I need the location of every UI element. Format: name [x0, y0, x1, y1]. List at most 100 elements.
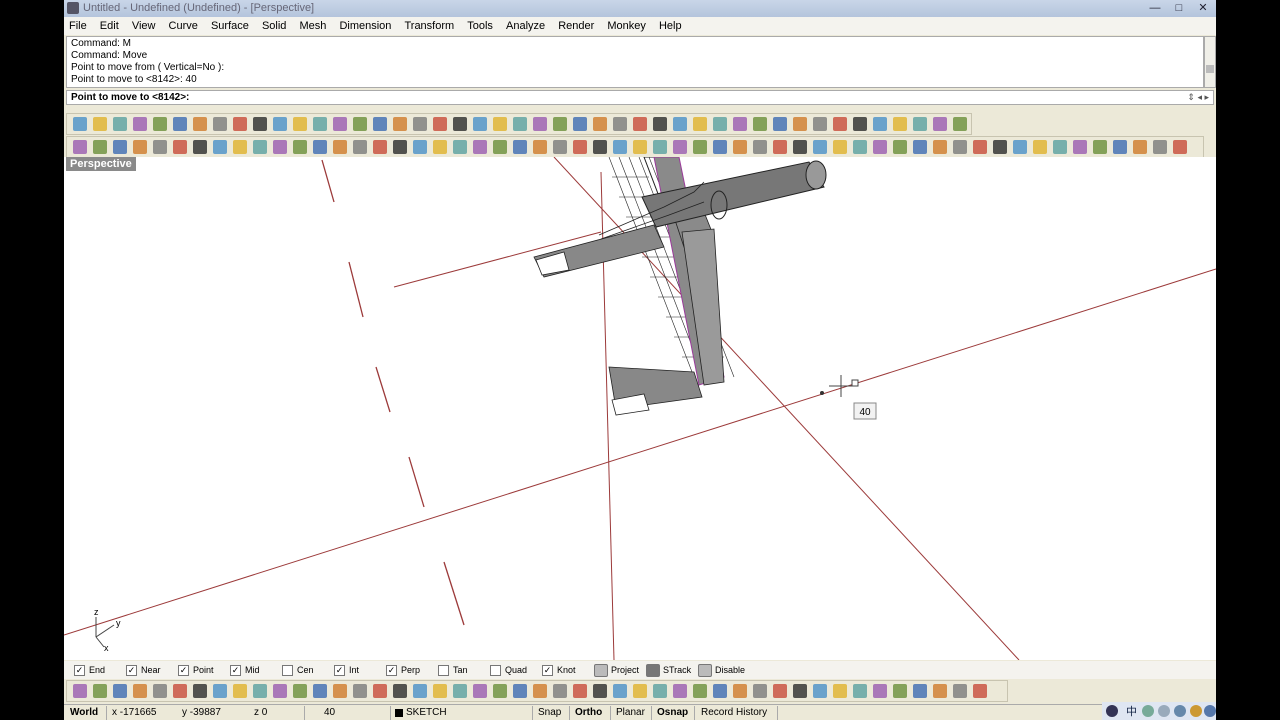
toolbar-tool-icon[interactable]: [953, 117, 967, 131]
ortho-toggle[interactable]: Ortho: [575, 705, 602, 720]
menu-help[interactable]: Help: [654, 17, 687, 35]
toolbar-tool-icon[interactable]: [513, 684, 527, 698]
toolbar-tool-icon[interactable]: [573, 117, 587, 131]
tray-user-icon[interactable]: [1190, 705, 1202, 717]
toolbar-tool-icon[interactable]: [693, 684, 707, 698]
toolbar-tool-icon[interactable]: [673, 117, 687, 131]
command-line-input[interactable]: Point to move to <8142>: ⇕ ◂ ▸: [66, 90, 1214, 105]
osnap-tan[interactable]: Tan: [438, 661, 468, 679]
toolbar-tool-icon[interactable]: [233, 140, 247, 154]
toolbar-tool-icon[interactable]: [313, 117, 327, 131]
toolbar-tool-icon[interactable]: [833, 684, 847, 698]
toolbar-tool-icon[interactable]: [1013, 140, 1027, 154]
toolbar-tool-icon[interactable]: [633, 117, 647, 131]
toolbar-tool-icon[interactable]: [353, 684, 367, 698]
toolbar-tool-icon[interactable]: [393, 140, 407, 154]
osnap-mid[interactable]: ✓ Mid: [230, 661, 260, 679]
planar-toggle[interactable]: Planar: [616, 705, 645, 720]
ime-indicator[interactable]: 中: [1126, 703, 1137, 719]
toolbar-tool-icon[interactable]: [513, 140, 527, 154]
toolbar-tool-icon[interactable]: [553, 140, 567, 154]
toolbar-tool-icon[interactable]: [1073, 140, 1087, 154]
toolbar-tool-icon[interactable]: [813, 117, 827, 131]
osnap-checkbox[interactable]: [282, 664, 293, 676]
toolbar-tool-icon[interactable]: [1173, 140, 1187, 154]
toolbar-tool-icon[interactable]: [393, 684, 407, 698]
command-nav-arrows-icon[interactable]: ⇕ ◂ ▸: [1187, 91, 1209, 104]
toolbar-tool-icon[interactable]: [773, 684, 787, 698]
toolbar-tool-icon[interactable]: [753, 684, 767, 698]
cplane-indicator[interactable]: World: [70, 705, 98, 720]
toolbar-tool-icon[interactable]: [373, 117, 387, 131]
toolbar-tool-icon[interactable]: [293, 684, 307, 698]
snap-toggle[interactable]: Snap: [538, 705, 561, 720]
menu-edit[interactable]: Edit: [95, 17, 124, 35]
toolbar-tool-icon[interactable]: [93, 140, 107, 154]
toolbar-tool-icon[interactable]: [833, 117, 847, 131]
toolbar-tool-icon[interactable]: [933, 140, 947, 154]
toolbar-tool-icon[interactable]: [633, 140, 647, 154]
toolbar-tool-icon[interactable]: [893, 117, 907, 131]
osnap-checkbox[interactable]: ✓: [542, 664, 553, 676]
osnap-checkbox[interactable]: ✓: [178, 664, 189, 676]
toolbar-tool-icon[interactable]: [353, 117, 367, 131]
perspective-viewport[interactable]: 40 z y x Perspective: [64, 157, 1216, 660]
menu-transform[interactable]: Transform: [399, 17, 459, 35]
osnap-checkbox[interactable]: ✓: [126, 664, 137, 676]
toolbar-tool-icon[interactable]: [213, 684, 227, 698]
osnap-checkbox[interactable]: ✓: [74, 664, 85, 676]
toolbar-tool-icon[interactable]: [73, 684, 87, 698]
toolbar-tool-icon[interactable]: [973, 684, 987, 698]
toolbar-tool-icon[interactable]: [353, 140, 367, 154]
toolbar-tool-icon[interactable]: [913, 684, 927, 698]
osnap-near[interactable]: ✓ Near: [126, 661, 161, 679]
toolbar-tool-icon[interactable]: [333, 684, 347, 698]
toolbar-tool-icon[interactable]: [73, 117, 87, 131]
toolbar-tool-icon[interactable]: [213, 117, 227, 131]
toolbar-tool-icon[interactable]: [333, 117, 347, 131]
toolbar-tool-icon[interactable]: [173, 140, 187, 154]
toolbar-tool-icon[interactable]: [693, 117, 707, 131]
toolbar-tool-icon[interactable]: [233, 684, 247, 698]
toolbar-tool-icon[interactable]: [473, 117, 487, 131]
osnap-checkbox[interactable]: [490, 664, 501, 676]
toolbar-tool-icon[interactable]: [493, 117, 507, 131]
toolbar-tool-icon[interactable]: [253, 140, 267, 154]
osnap-disable-toggle[interactable]: Disable: [698, 661, 745, 679]
toolbar-tool-icon[interactable]: [933, 117, 947, 131]
menu-view[interactable]: View: [127, 17, 161, 35]
toolbar-tool-icon[interactable]: [733, 684, 747, 698]
toolbar-tool-icon[interactable]: [933, 684, 947, 698]
tray-app-icon[interactable]: [1106, 705, 1118, 717]
toolbar-tool-icon[interactable]: [373, 140, 387, 154]
toolbar-tool-icon[interactable]: [113, 140, 127, 154]
toolbar-tool-icon[interactable]: [593, 684, 607, 698]
toolbar-tool-icon[interactable]: [873, 140, 887, 154]
toolbar-tool-icon[interactable]: [533, 140, 547, 154]
osnap-perp[interactable]: ✓ Perp: [386, 661, 420, 679]
toolbar-tool-icon[interactable]: [593, 140, 607, 154]
toolbar-tool-icon[interactable]: [253, 117, 267, 131]
toolbar-tool-icon[interactable]: [133, 117, 147, 131]
menu-solid[interactable]: Solid: [257, 17, 291, 35]
menu-monkey[interactable]: Monkey: [602, 17, 651, 35]
toolbar-tool-icon[interactable]: [793, 684, 807, 698]
toolbar-tool-icon[interactable]: [713, 117, 727, 131]
toolbar-tool-icon[interactable]: [853, 684, 867, 698]
minimize-button[interactable]: —: [1146, 1, 1164, 15]
toolbar-tool-icon[interactable]: [773, 140, 787, 154]
toolbar-tool-icon[interactable]: [873, 684, 887, 698]
menu-surface[interactable]: Surface: [206, 17, 254, 35]
toolbar-tool-icon[interactable]: [473, 140, 487, 154]
menu-tools[interactable]: Tools: [462, 17, 498, 35]
toolbar-tool-icon[interactable]: [253, 684, 267, 698]
toolbar-tool-icon[interactable]: [953, 684, 967, 698]
tray-moon-icon[interactable]: [1142, 705, 1154, 717]
toolbar-tool-icon[interactable]: [533, 684, 547, 698]
toolbar-tool-icon[interactable]: [273, 117, 287, 131]
toolbar-tool-icon[interactable]: [133, 140, 147, 154]
osnap-int[interactable]: ✓ Int: [334, 661, 359, 679]
toolbar-tool-icon[interactable]: [893, 140, 907, 154]
toolbar-tool-icon[interactable]: [413, 140, 427, 154]
menu-dimension[interactable]: Dimension: [334, 17, 396, 35]
